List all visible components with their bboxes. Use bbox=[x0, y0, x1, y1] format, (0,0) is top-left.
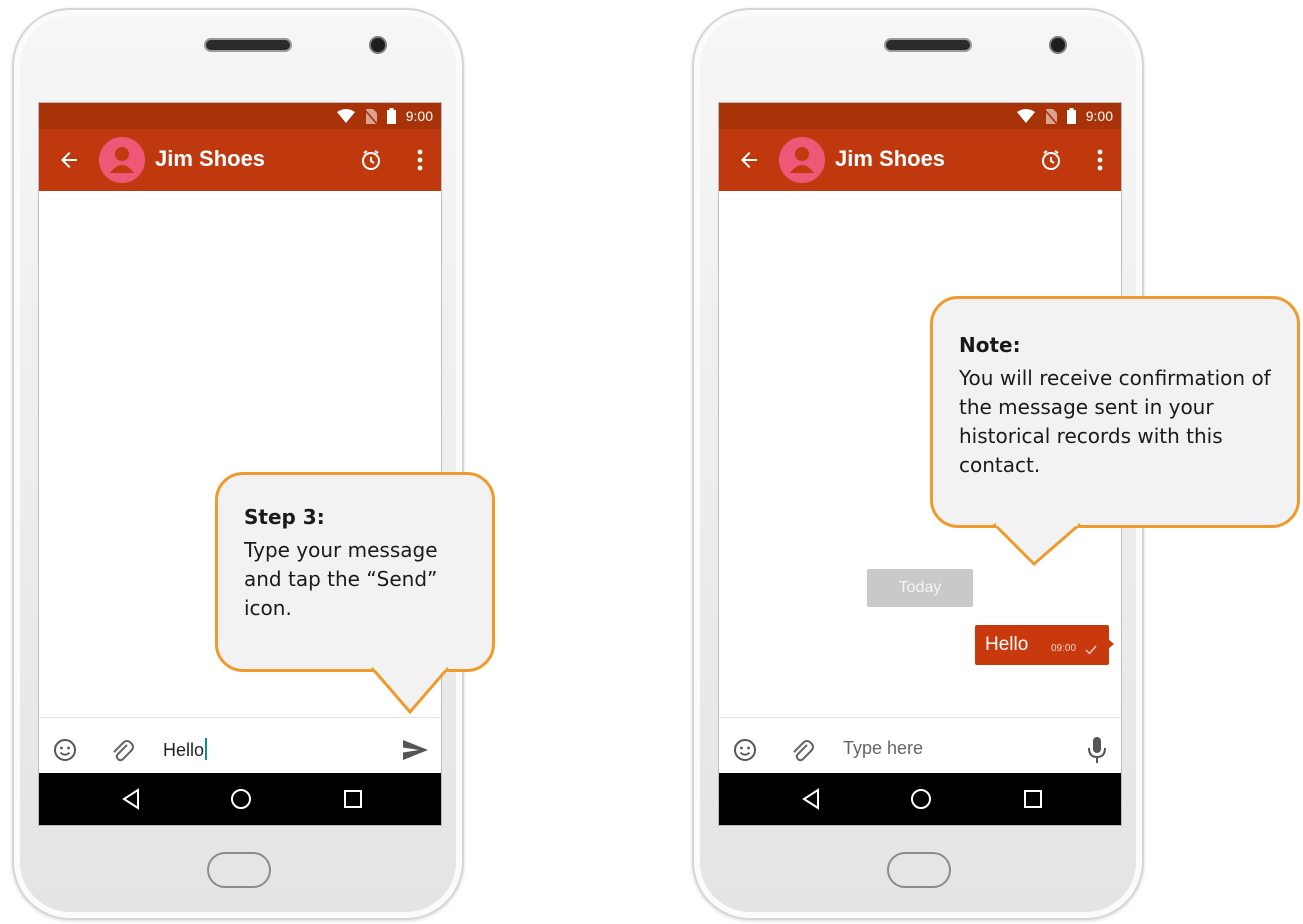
no-sim-icon bbox=[364, 108, 377, 124]
battery-icon bbox=[1066, 108, 1076, 124]
wifi-icon bbox=[1016, 109, 1035, 123]
status-bar: 9:00 bbox=[719, 103, 1121, 129]
home-key[interactable] bbox=[207, 852, 271, 888]
back-arrow-icon[interactable] bbox=[57, 148, 81, 172]
back-arrow-icon[interactable] bbox=[737, 148, 761, 172]
earpiece-speaker bbox=[204, 38, 292, 52]
system-nav-bar bbox=[719, 773, 1121, 825]
home-key[interactable] bbox=[887, 852, 951, 888]
avatar-icon bbox=[110, 147, 134, 173]
callout-tail bbox=[992, 522, 1081, 567]
sent-message-bubble[interactable]: Hello 09:00 bbox=[975, 625, 1114, 665]
timer-icon[interactable] bbox=[1039, 148, 1063, 172]
battery-icon bbox=[386, 108, 396, 124]
phone-left: 9:00 Jim Shoes Hello bbox=[12, 8, 464, 920]
nav-home-icon[interactable] bbox=[229, 787, 253, 811]
message-text: Hello bbox=[985, 634, 1029, 655]
bubble-tail bbox=[1108, 639, 1114, 649]
nav-back-icon[interactable] bbox=[119, 787, 143, 811]
message-time: 09:00 bbox=[1051, 643, 1077, 654]
avatar[interactable] bbox=[99, 137, 145, 183]
message-input[interactable]: Hello bbox=[163, 738, 208, 761]
message-input[interactable]: Type here bbox=[843, 738, 923, 759]
status-time: 9:00 bbox=[1085, 108, 1113, 124]
step-callout: Step 3: Type your message and tap the “S… bbox=[215, 472, 495, 672]
emoji-icon[interactable] bbox=[53, 738, 77, 762]
nav-recents-icon[interactable] bbox=[1021, 787, 1045, 811]
timer-icon[interactable] bbox=[359, 148, 383, 172]
mic-icon[interactable] bbox=[1087, 736, 1107, 764]
front-camera bbox=[1049, 36, 1067, 54]
check-icon bbox=[1085, 645, 1097, 655]
avatar[interactable] bbox=[779, 137, 825, 183]
emoji-icon[interactable] bbox=[733, 738, 757, 762]
message-input-value: Hello bbox=[163, 740, 205, 760]
text-caret bbox=[205, 738, 208, 760]
app-bar: Jim Shoes bbox=[719, 129, 1121, 191]
status-bar: 9:00 bbox=[39, 103, 441, 129]
callout-tail bbox=[370, 666, 450, 715]
attach-icon[interactable] bbox=[109, 737, 135, 763]
nav-recents-icon[interactable] bbox=[341, 787, 365, 811]
app-bar: Jim Shoes bbox=[39, 129, 441, 191]
note-callout: Note: You will receive confirmation of t… bbox=[930, 296, 1300, 528]
date-separator-label: Today bbox=[898, 579, 942, 596]
attach-icon[interactable] bbox=[789, 737, 815, 763]
earpiece-speaker bbox=[884, 38, 972, 52]
callout-title: Note: bbox=[959, 333, 1021, 357]
nav-back-icon[interactable] bbox=[799, 787, 823, 811]
more-vert-icon[interactable] bbox=[413, 146, 427, 174]
phone-screen: 9:00 Jim Shoes Hello bbox=[38, 102, 442, 826]
avatar-icon bbox=[790, 147, 814, 173]
callout-body: Type your message and tap the “Send” ico… bbox=[244, 538, 438, 620]
compose-bar: Type here bbox=[719, 717, 1121, 780]
callout-body: You will receive confirmation of the mes… bbox=[959, 366, 1271, 477]
more-vert-icon[interactable] bbox=[1093, 146, 1107, 174]
date-separator: Today bbox=[867, 569, 973, 607]
compose-bar: Hello bbox=[39, 717, 441, 780]
contact-name[interactable]: Jim Shoes bbox=[155, 146, 265, 172]
send-icon[interactable] bbox=[401, 738, 429, 762]
no-sim-icon bbox=[1044, 108, 1057, 124]
front-camera bbox=[369, 36, 387, 54]
contact-name[interactable]: Jim Shoes bbox=[835, 146, 945, 172]
status-time: 9:00 bbox=[405, 108, 433, 124]
wifi-icon bbox=[336, 109, 355, 123]
callout-title: Step 3: bbox=[244, 505, 325, 529]
nav-home-icon[interactable] bbox=[909, 787, 933, 811]
system-nav-bar bbox=[39, 773, 441, 825]
